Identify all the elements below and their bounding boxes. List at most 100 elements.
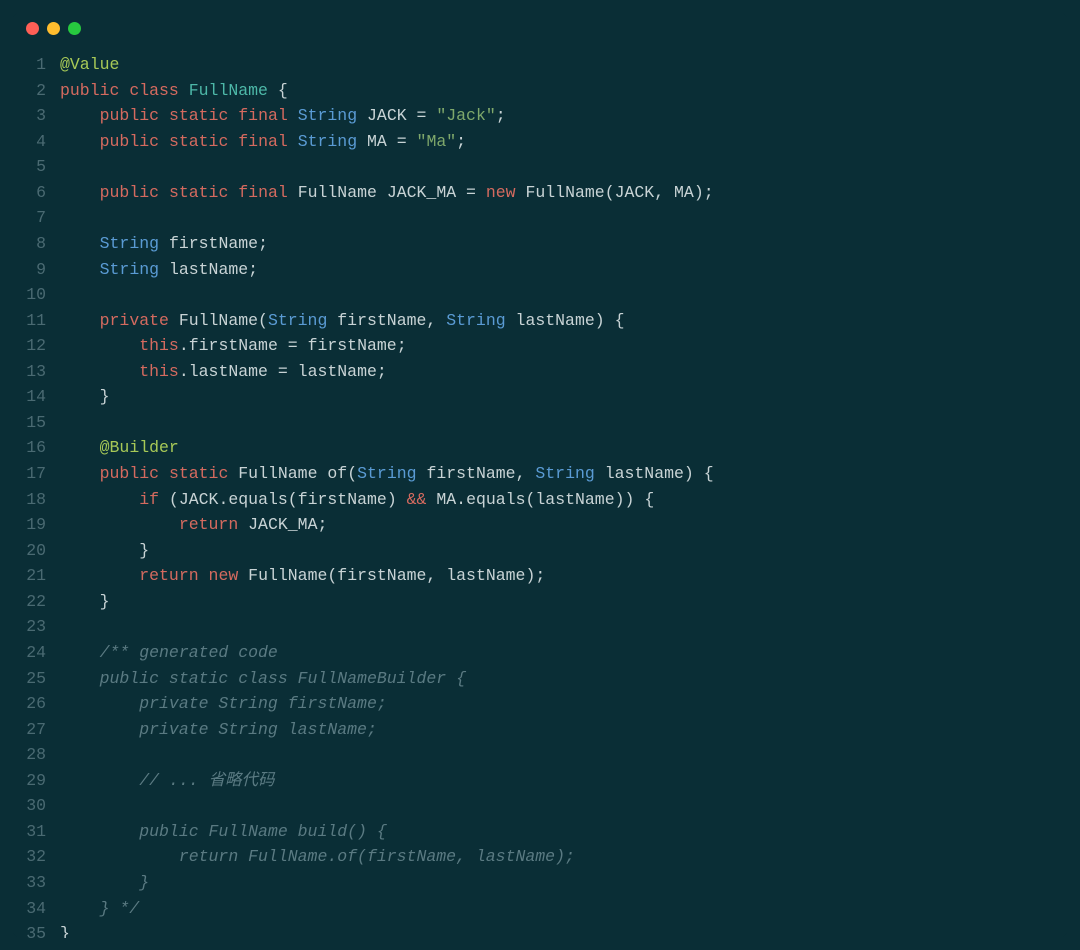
token-annotation: @Value [60, 55, 119, 74]
token-keyword: static [169, 183, 228, 202]
token-punct [228, 132, 238, 151]
token-punct [377, 183, 387, 202]
code-line: return JACK_MA; [60, 512, 1052, 538]
code-content[interactable]: @Valuepublic class FullName { public sta… [52, 52, 1052, 938]
token-ident: FullName [525, 183, 604, 202]
maximize-icon[interactable] [68, 22, 81, 35]
token-punct [228, 106, 238, 125]
line-number: 11 [16, 308, 46, 334]
token-punct: ); [525, 566, 545, 585]
token-punct [426, 490, 436, 509]
token-ident: of [327, 464, 347, 483]
token-punct: } [60, 387, 110, 406]
code-line: private FullName(String firstName, Strin… [60, 308, 1052, 334]
token-punct [595, 464, 605, 483]
token-punct [357, 132, 367, 151]
token-keyword: return [139, 566, 198, 585]
token-punct: ( [605, 183, 615, 202]
token-comment: public FullName build() { [60, 822, 387, 841]
line-number: 1 [16, 52, 46, 78]
code-line [60, 742, 1052, 768]
line-number: 35 [16, 921, 46, 938]
code-line: /** generated code [60, 640, 1052, 666]
code-line [60, 410, 1052, 436]
line-number: 32 [16, 844, 46, 870]
token-punct: ( [347, 464, 357, 483]
line-number: 20 [16, 538, 46, 564]
code-line: } */ [60, 896, 1052, 922]
token-ident: MA [367, 132, 387, 151]
token-ident: firstName [308, 336, 397, 355]
token-type: String [446, 311, 505, 330]
line-number: 26 [16, 691, 46, 717]
token-punct [199, 566, 209, 585]
line-number: 34 [16, 896, 46, 922]
token-annotation: @Builder [100, 438, 179, 457]
token-punct [288, 183, 298, 202]
code-line: // ... 省略代码 [60, 768, 1052, 794]
token-keyword: && [407, 490, 427, 509]
token-ident: firstName [337, 311, 426, 330]
token-punct [60, 566, 139, 585]
token-punct: ( [258, 311, 268, 330]
token-punct [228, 183, 238, 202]
code-line: return new FullName(firstName, lastName)… [60, 563, 1052, 589]
token-punct: ; [377, 362, 387, 381]
token-punct: { [268, 81, 288, 100]
line-number: 9 [16, 257, 46, 283]
line-number: 6 [16, 180, 46, 206]
code-line: this.firstName = firstName; [60, 333, 1052, 359]
token-punct: } [60, 924, 70, 938]
token-punct: ; [456, 132, 466, 151]
line-number: 18 [16, 487, 46, 513]
code-line: @Builder [60, 435, 1052, 461]
token-punct [60, 464, 100, 483]
code-line: String firstName; [60, 231, 1052, 257]
line-number: 16 [16, 435, 46, 461]
token-this: this [139, 336, 179, 355]
token-punct [238, 515, 248, 534]
close-icon[interactable] [26, 22, 39, 35]
token-punct: ( [525, 490, 535, 509]
token-keyword: final [238, 132, 288, 151]
token-punct [288, 106, 298, 125]
line-number: 2 [16, 78, 46, 104]
line-number: 17 [16, 461, 46, 487]
token-ident: lastName [605, 464, 684, 483]
token-comment: // ... 省略代码 [60, 771, 275, 790]
token-punct [159, 464, 169, 483]
token-ident: MA [674, 183, 694, 202]
token-comment: private String firstName; [60, 694, 387, 713]
token-keyword: public [100, 464, 159, 483]
token-ident: lastName [535, 490, 614, 509]
token-punct [238, 566, 248, 585]
token-comment: } [60, 873, 149, 892]
token-punct: ) { [684, 464, 714, 483]
token-punct [317, 464, 327, 483]
code-window: 1234567891011121314151617181920212223242… [12, 12, 1068, 938]
token-type: String [357, 464, 416, 483]
token-punct [357, 106, 367, 125]
token-ident: lastName [446, 566, 525, 585]
token-ident: JACK [367, 106, 407, 125]
code-editor[interactable]: 1234567891011121314151617181920212223242… [12, 44, 1068, 938]
token-punct [159, 234, 169, 253]
token-comment: private String lastName; [60, 720, 377, 739]
token-ident: MA [436, 490, 456, 509]
line-number: 31 [16, 819, 46, 845]
code-line: if (JACK.equals(firstName) && MA.equals(… [60, 487, 1052, 513]
token-punct: ) [387, 490, 407, 509]
token-punct [60, 438, 100, 457]
code-line: private String firstName; [60, 691, 1052, 717]
code-line: } [60, 870, 1052, 896]
token-punct: ; [258, 234, 268, 253]
token-ident: lastName [189, 362, 268, 381]
code-line: public static final String JACK = "Jack"… [60, 103, 1052, 129]
token-punct [159, 106, 169, 125]
token-punct: ( [288, 490, 298, 509]
code-line: String lastName; [60, 257, 1052, 283]
line-number: 8 [16, 231, 46, 257]
token-ident: FullName [238, 464, 317, 483]
line-number: 10 [16, 282, 46, 308]
minimize-icon[interactable] [47, 22, 60, 35]
